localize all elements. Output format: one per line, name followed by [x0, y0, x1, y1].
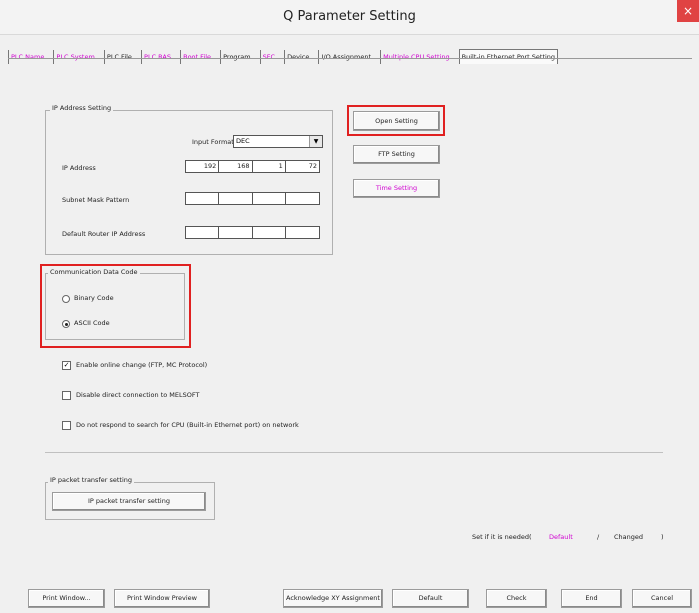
end-button[interactable]: End [561, 589, 622, 608]
subnet-mask-label: Subnet Mask Pattern [62, 196, 130, 204]
ip-packet-transfer-button[interactable]: IP packet transfer setting [52, 492, 206, 511]
tab-plc-name[interactable]: PLC Name [8, 50, 46, 64]
tab-divider [8, 58, 692, 59]
q-parameter-window: Q Parameter Setting × PLC Name PLC Syste… [0, 0, 699, 613]
no-respond-search-checkbox[interactable] [62, 421, 71, 430]
default-button[interactable]: Default [392, 589, 469, 608]
subnet-octet-4[interactable] [286, 193, 319, 204]
enable-online-change-checkbox[interactable]: ✓ [62, 361, 71, 370]
disable-direct-connection-checkbox[interactable] [62, 391, 71, 400]
router-octet-2[interactable] [219, 227, 253, 238]
comm-data-code-highlight [40, 264, 191, 348]
default-router-label: Default Router IP Address [62, 230, 146, 238]
tab-plc-file[interactable]: PLC File [103, 50, 134, 64]
subnet-octet-3[interactable] [253, 193, 286, 204]
subnet-octet-2[interactable] [219, 193, 253, 204]
acknowledge-xy-button[interactable]: Acknowledge XY Assignment [283, 589, 383, 608]
ip-octet-2[interactable]: 168 [219, 161, 253, 172]
tab-plc-ras[interactable]: PLC RAS [141, 50, 173, 64]
title-bar: Q Parameter Setting × [0, 0, 699, 35]
subnet-mask-field[interactable] [185, 192, 320, 205]
print-window-preview-button[interactable]: Print Window Preview [114, 589, 210, 608]
router-octet-3[interactable] [253, 227, 286, 238]
ip-address-field[interactable]: 192 168 1 72 [185, 160, 320, 173]
router-octet-1[interactable] [186, 227, 220, 238]
ftp-setting-button[interactable]: FTP Setting [353, 145, 440, 164]
ip-octet-3[interactable]: 1 [253, 161, 286, 172]
print-window-button[interactable]: Print Window... [28, 589, 105, 608]
set-if-needed-text: Set if it is needed( [472, 533, 532, 541]
open-setting-highlight [347, 105, 445, 136]
disable-direct-connection-label: Disable direct connection to MELSOFT [76, 391, 200, 399]
default-router-field[interactable] [185, 226, 320, 239]
tab-boot-file[interactable]: Boot File [180, 50, 213, 64]
check-button[interactable]: Check [486, 589, 547, 608]
ip-address-group-title: IP Address Setting [50, 104, 114, 112]
input-format-label: Input Format [192, 138, 234, 146]
default-legend: Default [549, 533, 573, 541]
tab-builtin-ethernet[interactable]: Built-in Ethernet Port Setting [458, 49, 559, 64]
ip-octet-1[interactable]: 192 [186, 161, 220, 172]
tab-device[interactable]: Device [284, 50, 311, 64]
ip-address-label: IP Address [62, 164, 96, 172]
input-format-select[interactable]: DEC ▼ [233, 135, 323, 148]
tab-multiple-cpu[interactable]: Multiple CPU Setting [380, 50, 451, 64]
changed-legend: Changed [614, 533, 644, 541]
cancel-button[interactable]: Cancel [632, 589, 692, 608]
window-title: Q Parameter Setting [283, 9, 416, 24]
tab-sfc[interactable]: SFC [259, 50, 277, 64]
router-octet-4[interactable] [286, 227, 319, 238]
tab-program[interactable]: Program [220, 50, 252, 64]
ip-octet-4[interactable]: 72 [286, 161, 319, 172]
enable-online-change-label: Enable online change (FTP, MC Protocol) [76, 361, 208, 369]
tab-io-assignment[interactable]: I/O Assignment [318, 50, 373, 64]
no-respond-search-label: Do not respond to search for CPU (Built-… [76, 421, 299, 429]
subnet-octet-1[interactable] [186, 193, 220, 204]
legend-close-paren: ) [661, 533, 664, 541]
legend-separator: / [597, 533, 600, 541]
tab-plc-system[interactable]: PLC System [53, 50, 96, 64]
section-divider [45, 452, 663, 453]
parameter-tabs: PLC Name PLC System PLC File PLC RAS Boo… [8, 44, 560, 64]
time-setting-button[interactable]: Time Setting [353, 179, 440, 198]
ip-packet-group-title: IP packet transfer setting [48, 476, 135, 484]
close-icon[interactable]: × [677, 0, 699, 22]
chevron-down-icon[interactable]: ▼ [309, 136, 322, 147]
input-format-value: DEC [236, 137, 250, 145]
